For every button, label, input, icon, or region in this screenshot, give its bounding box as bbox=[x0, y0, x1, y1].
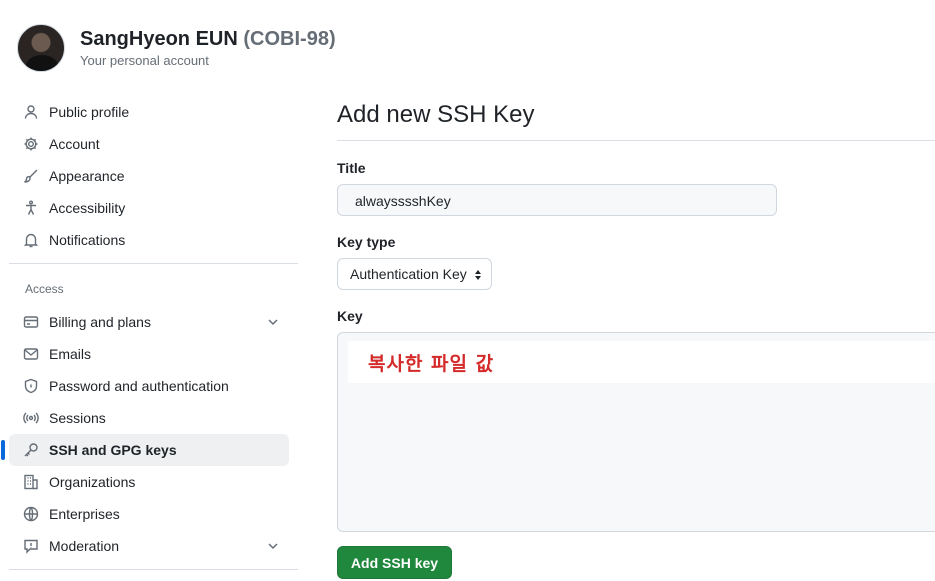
sidebar-item-accessibility[interactable]: Accessibility bbox=[9, 192, 289, 224]
account-display-name: SangHyeon EUN bbox=[80, 28, 238, 50]
sidebar-item-sessions[interactable]: Sessions bbox=[9, 402, 289, 434]
sidebar-divider bbox=[9, 263, 298, 264]
sidebar-item-label: Accessibility bbox=[49, 200, 126, 216]
chevron-down-icon[interactable] bbox=[265, 314, 281, 330]
sidebar-section-access: Access bbox=[25, 282, 64, 296]
page-title: Add new SSH Key bbox=[337, 101, 535, 128]
sidebar-item-enterprises[interactable]: Enterprises bbox=[9, 498, 289, 530]
title-divider bbox=[337, 140, 935, 141]
account-subtitle: Your personal account bbox=[80, 53, 209, 68]
globe-icon bbox=[23, 506, 39, 522]
sidebar-item-password[interactable]: Password and authentication bbox=[9, 370, 289, 402]
sidebar-item-appearance[interactable]: Appearance bbox=[9, 160, 289, 192]
add-ssh-key-button[interactable]: Add SSH key bbox=[337, 546, 452, 579]
sidebar-item-label: Notifications bbox=[49, 232, 126, 248]
sidebar-item-label: Appearance bbox=[49, 168, 125, 184]
key-icon bbox=[23, 442, 39, 458]
sidebar-item-label: Emails bbox=[49, 346, 92, 362]
sidebar-item-label: Sessions bbox=[49, 410, 106, 426]
title-label: Title bbox=[337, 160, 366, 176]
paintbrush-icon bbox=[23, 168, 39, 184]
sidebar-item-label: Public profile bbox=[49, 104, 130, 120]
sidebar-item-label: Billing and plans bbox=[49, 314, 151, 330]
key-annotation-text: 복사한 파일 값 bbox=[368, 353, 495, 375]
sidebar-item-notifications[interactable]: Notifications bbox=[9, 224, 289, 256]
sidebar-item-label: Enterprises bbox=[49, 506, 120, 522]
account-login: (COBI-98) bbox=[243, 28, 336, 50]
shield-lock-icon bbox=[23, 378, 39, 394]
key-type-label: Key type bbox=[337, 234, 396, 250]
sidebar-item-label: Organizations bbox=[49, 474, 136, 490]
credit-card-icon bbox=[23, 314, 39, 330]
sidebar-item-label: Moderation bbox=[49, 538, 120, 554]
select-arrows-icon bbox=[473, 267, 483, 283]
sidebar-item-label: Account bbox=[49, 136, 100, 152]
sidebar-divider bbox=[9, 569, 298, 570]
sidebar-item-billing[interactable]: Billing and plans bbox=[9, 306, 289, 338]
sidebar-item-public-profile[interactable]: Public profile bbox=[9, 96, 289, 128]
key-type-select[interactable]: Authentication Key bbox=[337, 258, 492, 290]
key-type-value: Authentication Key bbox=[350, 266, 467, 282]
person-icon bbox=[23, 104, 39, 120]
title-input[interactable]: alwaysssshKey bbox=[337, 184, 777, 216]
avatar bbox=[17, 24, 65, 72]
chevron-down-icon[interactable] bbox=[265, 538, 281, 554]
organization-icon bbox=[23, 474, 39, 490]
sidebar-item-label: Password and authentication bbox=[49, 378, 229, 394]
settings-sidebar: Public profile Account Appearance Access… bbox=[1, 96, 298, 578]
account-name: SangHyeon EUN (COBI-98) bbox=[80, 28, 336, 51]
sidebar-item-organizations[interactable]: Organizations bbox=[9, 466, 289, 498]
key-annotation: 복사한 파일 값 bbox=[348, 341, 935, 383]
sidebar-item-emails[interactable]: Emails bbox=[9, 338, 289, 370]
sidebar-item-ssh-gpg-keys[interactable]: SSH and GPG keys bbox=[1, 434, 289, 466]
gear-icon bbox=[23, 136, 39, 152]
sidebar-item-label: SSH and GPG keys bbox=[49, 442, 177, 458]
bell-icon bbox=[23, 232, 39, 248]
sidebar-item-account[interactable]: Account bbox=[9, 128, 289, 160]
broadcast-icon bbox=[23, 410, 39, 426]
key-label: Key bbox=[337, 308, 363, 324]
report-icon bbox=[23, 538, 39, 554]
sidebar-item-moderation[interactable]: Moderation bbox=[9, 530, 289, 562]
mail-icon bbox=[23, 346, 39, 362]
accessibility-icon bbox=[23, 200, 39, 216]
